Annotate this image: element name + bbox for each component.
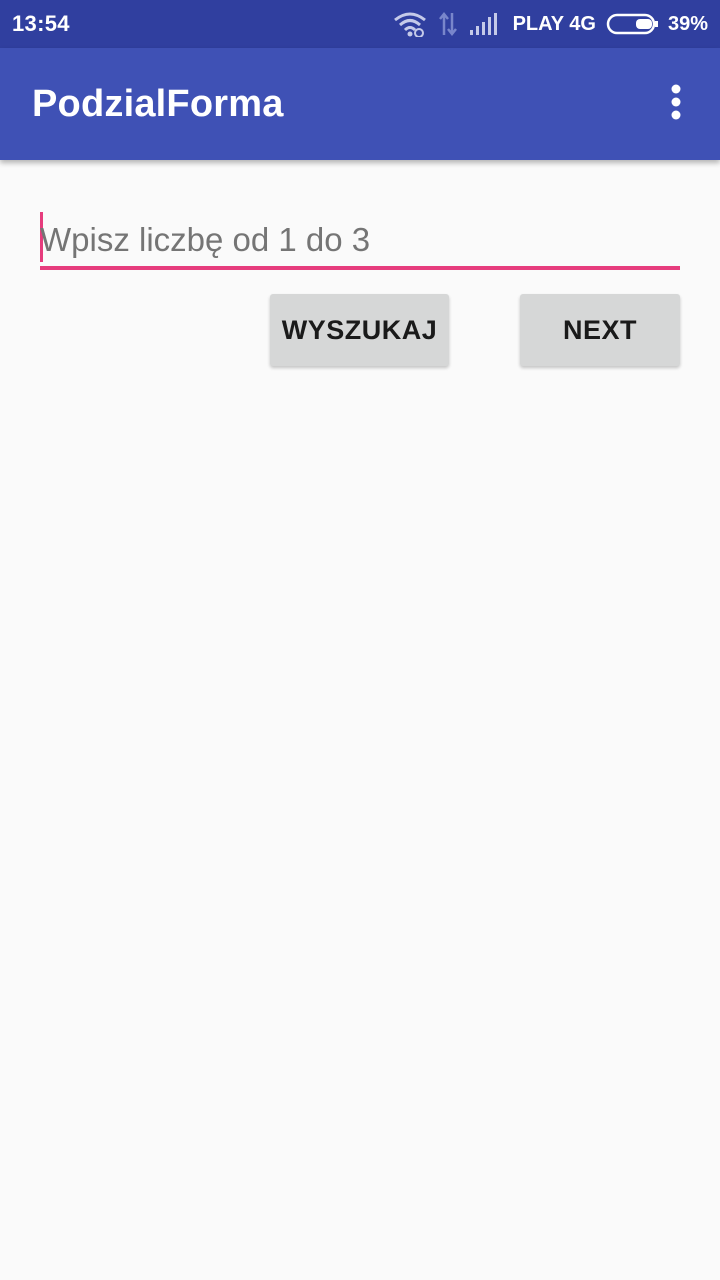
search-button[interactable]: WYSZUKAJ <box>270 294 449 366</box>
status-icons: PLAY 4G 39% <box>393 11 708 37</box>
number-input-field[interactable] <box>40 210 680 270</box>
battery-icon <box>606 12 660 36</box>
overflow-menu-button[interactable] <box>632 48 720 160</box>
status-bar: 13:54 PLAY 4G 39% <box>0 0 720 48</box>
app-bar: PodzialForma <box>0 48 720 160</box>
more-vert-icon <box>671 84 681 125</box>
signal-icon <box>469 12 501 36</box>
number-input[interactable] <box>40 216 676 264</box>
carrier-label: PLAY 4G <box>512 12 596 35</box>
data-transfer-icon <box>437 11 459 37</box>
battery: 39% <box>606 12 708 36</box>
screen: 13:54 PLAY 4G 39% PodzialForma Wpisz lic… <box>0 0 720 1280</box>
app-title: PodzialForma <box>32 82 284 125</box>
wifi-icon <box>393 11 427 37</box>
next-button[interactable]: NEXT <box>520 294 680 366</box>
status-time: 13:54 <box>12 11 70 36</box>
battery-percent: 39% <box>667 12 708 35</box>
